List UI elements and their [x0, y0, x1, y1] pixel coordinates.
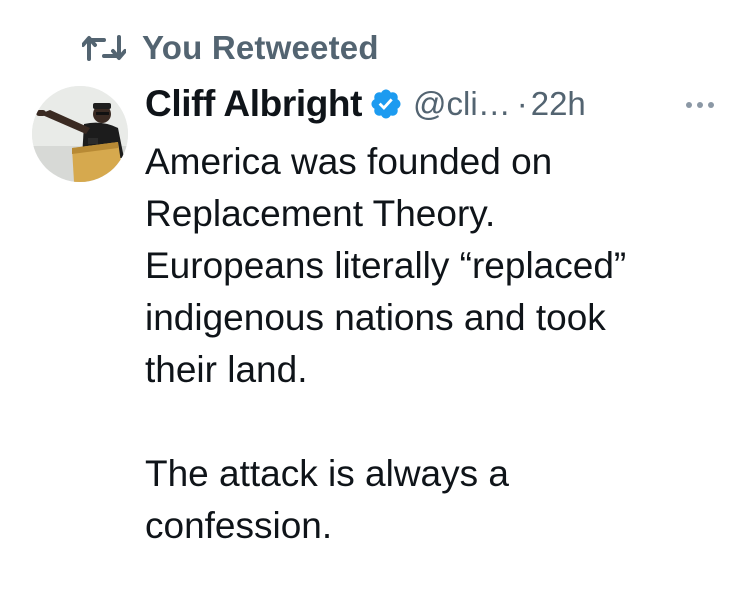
author-display-name[interactable]: Cliff Albright	[145, 83, 362, 125]
tweet-text-line: Europeans literally “replaced”	[145, 245, 627, 286]
avatar[interactable]	[32, 86, 128, 182]
tweet-text-line: indigenous nations and took	[145, 297, 606, 338]
tweet-header: Cliff Albright @cli… · 22h	[145, 80, 586, 128]
tweet-timestamp[interactable]: 22h	[531, 85, 586, 123]
tweet-text-line: America was founded on	[145, 141, 553, 182]
retweet-icon	[78, 30, 130, 66]
tweet-text-line: The attack is always a	[145, 453, 509, 494]
tweet-text-line: confession.	[145, 505, 333, 546]
more-options-icon	[685, 96, 715, 114]
tweet-text: America was founded on Replacement Theor…	[145, 136, 735, 552]
tweet-text-line: their land.	[145, 349, 308, 390]
header-separator: ·	[516, 85, 528, 122]
tweet-text-line: Replacement Theory.	[145, 193, 496, 234]
verified-badge-icon	[369, 87, 403, 121]
retweet-label[interactable]: You Retweeted	[142, 29, 379, 67]
tweet-card[interactable]: You Retweeted Cliff Albright @cli… · 22h…	[0, 0, 742, 614]
author-handle[interactable]: @cli…	[413, 85, 511, 123]
retweet-context: You Retweeted	[78, 28, 379, 68]
paragraph-break	[145, 396, 735, 448]
more-options-button[interactable]	[680, 90, 720, 120]
